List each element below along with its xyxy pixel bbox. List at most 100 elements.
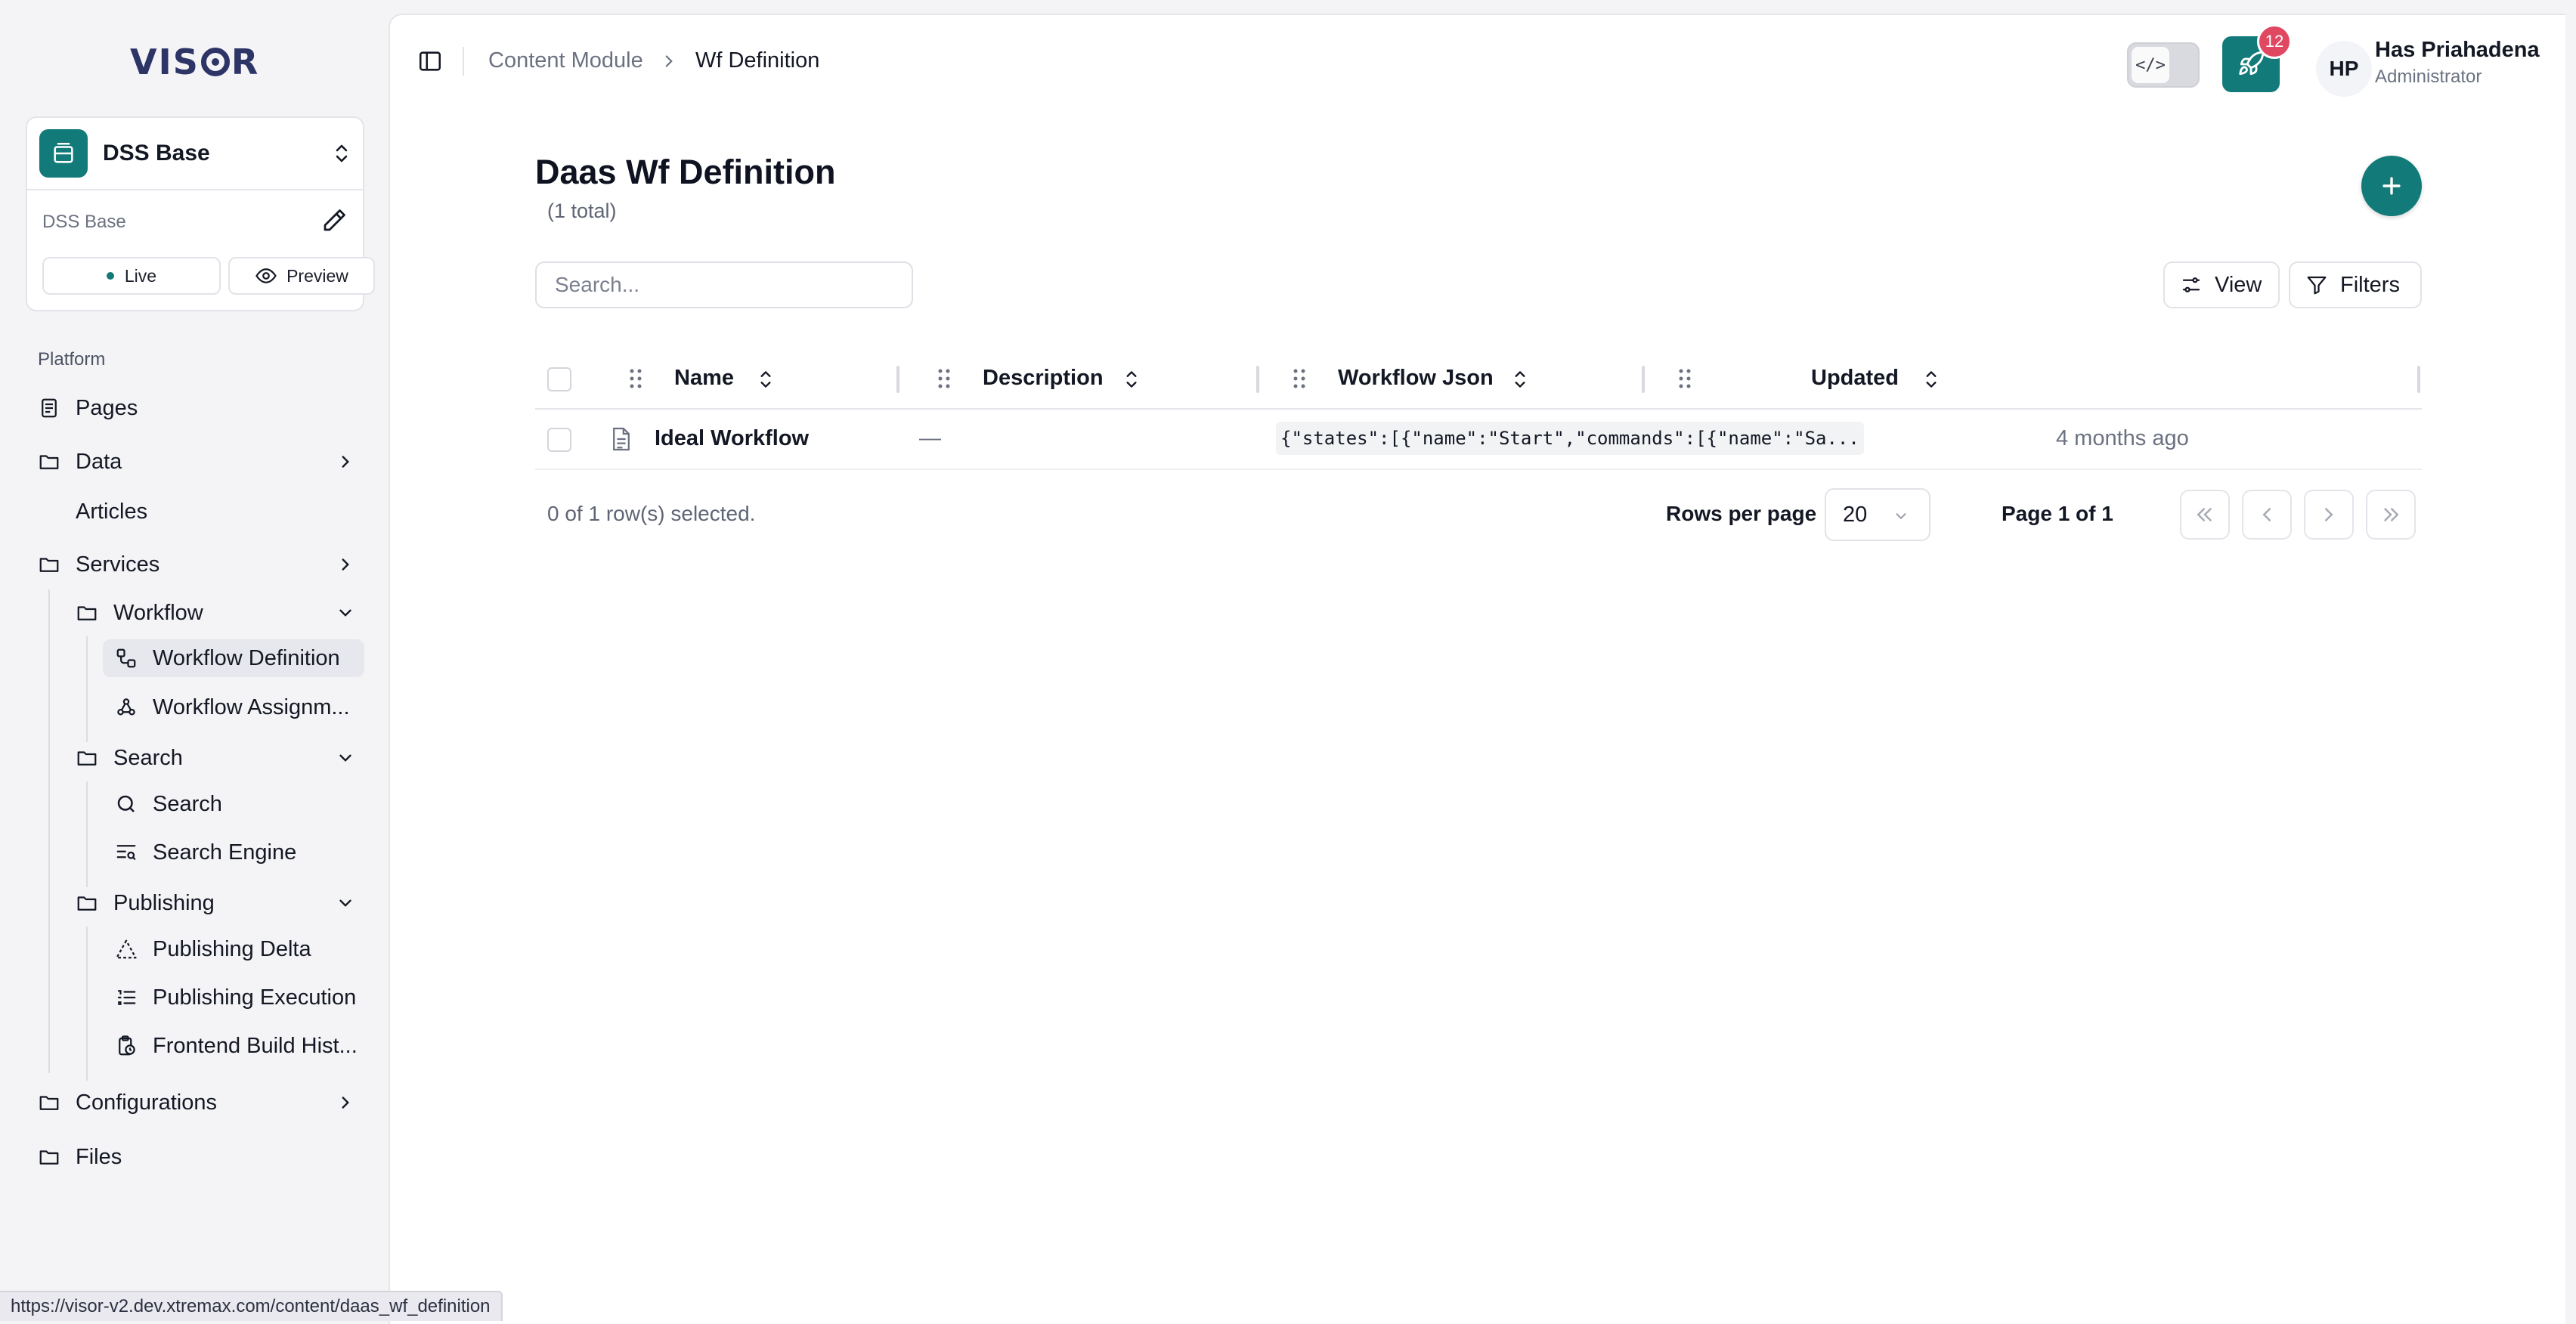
sort-icon[interactable] bbox=[756, 367, 776, 391]
cell-description: — bbox=[919, 426, 941, 450]
search-input[interactable] bbox=[535, 261, 913, 308]
sidebar-item-services[interactable]: Services bbox=[38, 546, 358, 583]
sidebar-item-search[interactable]: Search bbox=[115, 785, 222, 823]
breadcrumb-current: Wf Definition bbox=[695, 48, 820, 73]
plus-icon bbox=[2382, 177, 2401, 195]
user-name[interactable]: Has Priahadena bbox=[2375, 38, 2540, 63]
rocket-icon bbox=[2239, 51, 2265, 76]
live-dot-icon bbox=[106, 272, 114, 280]
view-button[interactable]: View bbox=[2163, 261, 2280, 308]
sidebar-item-label: Workflow bbox=[113, 600, 203, 625]
column-header-description[interactable]: Description bbox=[983, 366, 1104, 391]
row-checkbox[interactable] bbox=[547, 428, 571, 452]
page-title: Daas Wf Definition bbox=[535, 153, 836, 191]
select-all-checkbox[interactable] bbox=[547, 367, 571, 391]
sidebar-item-search-group[interactable]: Search bbox=[76, 739, 358, 777]
drag-handle-icon[interactable] bbox=[936, 367, 952, 390]
sidebar-item-publishing[interactable]: Publishing bbox=[76, 884, 358, 922]
sidebar-item-workflow[interactable]: Workflow bbox=[76, 594, 358, 632]
sidebar-item-label: Configurations bbox=[76, 1090, 217, 1115]
pages-icon bbox=[42, 398, 57, 418]
first-page-button[interactable] bbox=[2180, 490, 2230, 540]
chevrons-up-down-icon bbox=[336, 144, 348, 162]
sidebar-item-publishing-execution[interactable]: Publishing Execution bbox=[115, 979, 356, 1016]
folder-icon bbox=[77, 896, 97, 911]
sidebar-item-label: Workflow Definition bbox=[153, 645, 340, 670]
workspace-name: DSS Base bbox=[103, 141, 210, 166]
filters-button[interactable]: Filters bbox=[2289, 261, 2422, 308]
rows-per-page-value: 20 bbox=[1843, 502, 1868, 527]
sidebar-item-label: Workflow Assignm... bbox=[153, 694, 350, 719]
folder-icon bbox=[77, 606, 97, 620]
next-page-button[interactable] bbox=[2304, 490, 2354, 540]
search-icon bbox=[117, 795, 135, 812]
webhook-icon bbox=[117, 698, 135, 716]
main-panel: Content Module Wf Definition </> 12 HP H… bbox=[389, 14, 2565, 1324]
sliders-icon bbox=[2182, 277, 2200, 292]
folder-icon bbox=[39, 455, 59, 469]
cell-updated: 4 months ago bbox=[2056, 426, 2189, 450]
breadcrumb-parent[interactable]: Content Module bbox=[488, 48, 643, 73]
workspace-switcher[interactable]: DSS Base bbox=[27, 118, 363, 190]
column-header-updated[interactable]: Updated bbox=[1811, 366, 1899, 391]
live-label: Live bbox=[124, 265, 157, 286]
code-mode-toggle[interactable]: </> bbox=[2127, 42, 2200, 88]
pencil-icon[interactable] bbox=[320, 207, 348, 234]
sidebar-item-data[interactable]: Data bbox=[38, 443, 358, 481]
sidebar-item-label: Publishing Delta bbox=[153, 936, 311, 961]
sidebar-item-label: Services bbox=[76, 552, 160, 577]
column-header-workflow-json[interactable]: Workflow Json bbox=[1338, 366, 1494, 391]
rows-per-page-select[interactable]: 20 bbox=[1825, 488, 1930, 541]
folder-icon bbox=[39, 1096, 59, 1110]
tree-line bbox=[86, 636, 88, 742]
sidebar-item-publishing-delta[interactable]: Publishing Delta bbox=[115, 930, 311, 968]
drag-handle-icon[interactable] bbox=[1291, 367, 1308, 390]
chevron-down-icon bbox=[339, 609, 351, 617]
sidebar-item-label: Publishing bbox=[113, 890, 215, 915]
notification-badge: 12 bbox=[2257, 24, 2292, 59]
workspace-subtitle: DSS Base bbox=[42, 212, 126, 232]
sidebar-item-frontend-build-history[interactable]: Frontend Build Hist... bbox=[115, 1027, 358, 1065]
sidebar-item-label: Search bbox=[113, 745, 183, 770]
sidebar-item-search-engine[interactable]: Search Engine bbox=[115, 834, 296, 871]
preview-label: Preview bbox=[286, 265, 348, 286]
previous-page-button[interactable] bbox=[2242, 490, 2292, 540]
last-page-button[interactable] bbox=[2366, 490, 2416, 540]
sidebar-item-label: Search bbox=[153, 791, 222, 816]
preview-button[interactable]: Preview bbox=[228, 257, 375, 295]
sidebar-toggle-icon[interactable] bbox=[417, 48, 443, 74]
drag-handle-icon[interactable] bbox=[627, 367, 644, 390]
live-button[interactable]: Live bbox=[42, 257, 221, 295]
sort-icon[interactable] bbox=[1921, 367, 1941, 391]
filter-icon bbox=[2307, 276, 2327, 295]
sort-icon[interactable] bbox=[1510, 367, 1530, 391]
sidebar-item-workflow-definition[interactable]: Workflow Definition bbox=[103, 639, 364, 677]
rows-per-page-label: Rows per page bbox=[1666, 502, 1817, 525]
column-resizer[interactable] bbox=[1642, 366, 1645, 393]
text-search-icon bbox=[116, 845, 136, 860]
sidebar-item-workflow-assignment[interactable]: Workflow Assignm... bbox=[115, 688, 350, 726]
column-resizer[interactable] bbox=[896, 366, 899, 393]
column-header-name[interactable]: Name bbox=[674, 366, 734, 391]
folder-icon bbox=[77, 751, 97, 766]
sidebar-item-configurations[interactable]: Configurations bbox=[38, 1084, 358, 1121]
drag-handle-icon[interactable] bbox=[1677, 367, 1693, 390]
sidebar-item-pages[interactable]: Pages bbox=[38, 389, 138, 427]
sidebar-item-files[interactable]: Files bbox=[38, 1138, 122, 1176]
visor-logo[interactable]: VIS R bbox=[130, 42, 259, 82]
sidebar-item-label: Pages bbox=[76, 395, 138, 420]
tree-line bbox=[86, 926, 88, 1081]
cell-name[interactable]: Ideal Workflow bbox=[655, 426, 809, 451]
chevron-right-icon bbox=[2325, 508, 2333, 521]
sidebar-item-label: Data bbox=[76, 449, 122, 474]
file-text-icon bbox=[613, 427, 630, 451]
sidebar-item-label: Search Engine bbox=[153, 840, 297, 865]
column-resizer[interactable] bbox=[2417, 366, 2420, 393]
avatar[interactable]: HP bbox=[2316, 41, 2372, 97]
sort-icon[interactable] bbox=[1122, 367, 1141, 391]
sidebar-item-articles[interactable]: Articles bbox=[76, 493, 147, 531]
table-row[interactable]: Ideal Workflow — {"states":[{"name":"Sta… bbox=[535, 410, 2422, 470]
topbar-divider bbox=[463, 47, 464, 76]
column-resizer[interactable] bbox=[1256, 366, 1259, 393]
add-button[interactable] bbox=[2361, 156, 2422, 216]
